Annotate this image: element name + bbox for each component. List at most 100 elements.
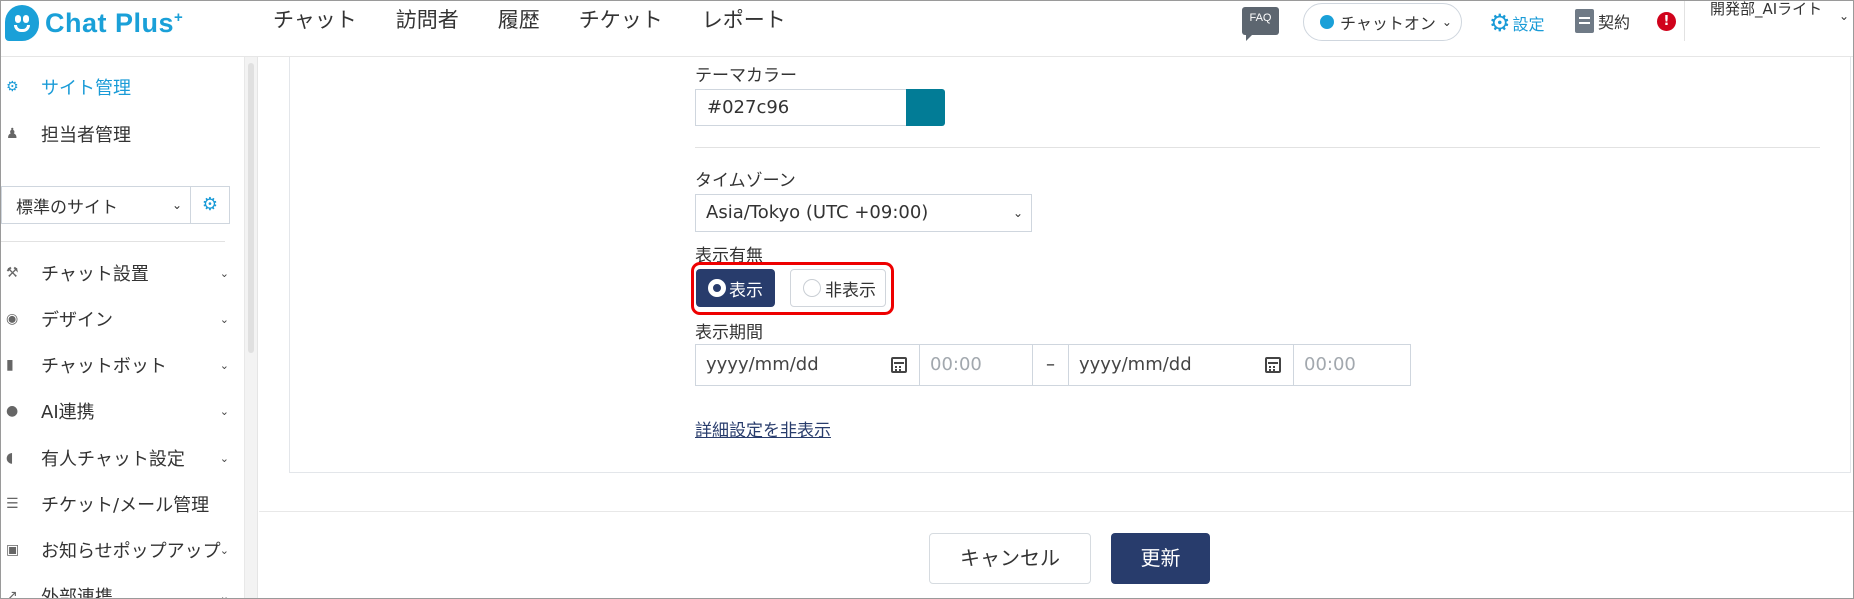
settings-label: 設定	[1512, 15, 1545, 34]
contract-link[interactable]: 契約	[1575, 9, 1630, 33]
nav-visitors[interactable]: 訪問者	[396, 1, 459, 39]
sidebar-item-label: 外部連携	[41, 587, 113, 599]
update-button[interactable]: 更新	[1111, 533, 1210, 584]
chevron-down-icon: ⌄	[219, 358, 229, 372]
chevron-down-icon: ⌄	[219, 451, 229, 465]
theme-color-input[interactable]: #027c96	[695, 89, 907, 126]
timezone-label: タイムゾーン	[695, 171, 796, 191]
contract-label: 契約	[1598, 13, 1631, 32]
sidebar-item-label: チャット設置	[41, 264, 149, 285]
start-date-input[interactable]: yyyy/mm/dd	[696, 345, 920, 385]
cancel-button[interactable]: キャンセル	[929, 533, 1091, 584]
headset-icon: ◖	[6, 450, 14, 466]
start-date-placeholder: yyyy/mm/dd	[706, 354, 819, 375]
list-icon: ☰	[6, 496, 19, 512]
logo-icon	[5, 5, 39, 41]
settings-card	[289, 57, 1851, 473]
sidebar-item-live-chat[interactable]: ◖ 有人チャット設定 ⌄	[1, 439, 233, 477]
chevron-down-icon: ⌄	[1012, 206, 1023, 220]
app-window: Chat Plus+ チャット 訪問者 履歴 チケット レポート FAQ チャッ…	[0, 0, 1854, 599]
sidebar-item-label: チャットボット	[41, 356, 167, 377]
range-dash: –	[1033, 345, 1069, 385]
sidebar-scrollbar[interactable]	[245, 57, 258, 598]
period-label: 表示期間	[695, 323, 763, 343]
chevron-down-icon: ⌄	[219, 543, 229, 557]
theme-color-swatch[interactable]	[906, 89, 945, 126]
chevron-down-icon: ⌄	[219, 312, 229, 326]
sidebar-item-ticket-mail[interactable]: ☰ チケット/メール管理	[1, 485, 233, 523]
sidebar-item-chatbot[interactable]: ▮ チャットボット ⌄	[1, 346, 233, 384]
chat-status-dropdown[interactable]: チャットオン ⌄	[1303, 3, 1462, 41]
radio-show-label: 表示	[729, 280, 763, 301]
sidebar-item-ai[interactable]: ● AI連携 ⌄	[1, 392, 233, 430]
sidebar-item-label: お知らせポップアップ	[41, 541, 221, 562]
scrollbar-thumb[interactable]	[248, 63, 254, 353]
top-header: Chat Plus+ チャット 訪問者 履歴 チケット レポート FAQ チャッ…	[1, 1, 1853, 57]
end-time-input[interactable]: 00:00	[1294, 345, 1408, 385]
section-divider	[695, 147, 1820, 148]
start-time-input[interactable]: 00:00	[920, 345, 1033, 385]
bulb-icon: ●	[6, 403, 19, 419]
chevron-down-icon: ⌄	[219, 589, 229, 599]
logo-text: Chat Plus+	[45, 7, 184, 38]
footer-divider	[259, 511, 1853, 512]
calendar-icon[interactable]	[1265, 357, 1281, 373]
radio-checked-icon	[708, 279, 726, 297]
user-menu[interactable]: 開発部_AIライト	[1710, 1, 1835, 20]
sidebar-item-staff-management[interactable]: ♟ 担当者管理	[1, 115, 233, 153]
end-date-placeholder: yyyy/mm/dd	[1079, 354, 1192, 375]
chevron-down-icon: ⌄	[219, 266, 229, 280]
sidebar-item-label: 担当者管理	[41, 125, 131, 146]
sidebar-item-label: デザイン	[41, 310, 113, 331]
chat-icon: ▮	[6, 357, 14, 373]
sidebar-item-external[interactable]: ↗ 外部連携 ⌄	[1, 577, 233, 599]
sidebar-item-site-management[interactable]: ⚙ サイト管理	[1, 68, 233, 106]
chevron-down-icon: ⌄	[219, 404, 229, 418]
radio-show[interactable]: 表示	[696, 269, 775, 307]
settings-link[interactable]: ⚙ 設定	[1489, 9, 1545, 37]
end-date-input[interactable]: yyyy/mm/dd	[1069, 345, 1294, 385]
chat-status-label: チャットオン	[1340, 14, 1436, 33]
user-gear-icon: ♟	[6, 126, 19, 142]
gear-icon: ⚙	[6, 79, 19, 95]
share-icon: ↗	[6, 588, 18, 599]
header-divider	[1684, 1, 1685, 41]
popup-icon: ▣	[6, 542, 20, 558]
status-dot-icon	[1320, 15, 1334, 29]
calendar-icon[interactable]	[891, 357, 907, 373]
gear-icon: ⚙	[1489, 9, 1511, 37]
sidebar-item-label: 有人チャット設定	[41, 449, 185, 470]
chevron-down-icon[interactable]: ⌄	[1839, 9, 1849, 23]
chevron-down-icon: ⌄	[1441, 15, 1452, 29]
nav-reports[interactable]: レポート	[702, 1, 786, 39]
sidebar: ⚙ サイト管理 ♟ 担当者管理 標準のサイト ⌄ ⚙ ⚒ チャット設置 ⌄ ◉ …	[1, 57, 245, 599]
radio-unchecked-icon	[803, 279, 821, 297]
chatplus-logo[interactable]: Chat Plus+	[5, 3, 183, 43]
sidebar-item-label: AI連携	[41, 402, 95, 423]
sidebar-item-popup[interactable]: ▣ お知らせポップアップ ⌄	[1, 531, 233, 569]
tools-icon: ⚒	[6, 265, 19, 281]
sidebar-item-label: チケット/メール管理	[41, 495, 210, 516]
sidebar-item-label: サイト管理	[41, 78, 131, 99]
timezone-value: Asia/Tokyo (UTC +09:00)	[706, 202, 929, 223]
main-nav: チャット 訪問者 履歴 チケット レポート	[273, 1, 825, 39]
site-select[interactable]: 標準のサイト ⌄	[1, 186, 191, 224]
radio-hide-label: 非表示	[825, 280, 876, 301]
sidebar-item-design[interactable]: ◉ デザイン ⌄	[1, 300, 233, 338]
alert-icon[interactable]: !	[1657, 12, 1676, 31]
timezone-select[interactable]: Asia/Tokyo (UTC +09:00) ⌄	[695, 194, 1032, 232]
nav-history[interactable]: 履歴	[498, 1, 540, 39]
nav-chat[interactable]: チャット	[273, 1, 357, 39]
site-select-value: 標準のサイト	[16, 197, 118, 218]
theme-color-label: テーマカラー	[695, 66, 797, 86]
sidebar-item-chat-install[interactable]: ⚒ チャット設置 ⌄	[1, 254, 233, 292]
hide-advanced-link[interactable]: 詳細設定を非表示	[695, 416, 831, 441]
site-settings-button[interactable]: ⚙	[191, 186, 230, 224]
palette-icon: ◉	[6, 311, 19, 327]
display-period-range: yyyy/mm/dd 00:00 – yyyy/mm/dd 00:00	[695, 344, 1411, 386]
radio-hide[interactable]: 非表示	[790, 269, 886, 307]
document-icon	[1575, 9, 1594, 33]
nav-tickets[interactable]: チケット	[579, 1, 663, 39]
faq-icon[interactable]: FAQ	[1242, 7, 1279, 41]
chevron-down-icon: ⌄	[171, 198, 182, 212]
